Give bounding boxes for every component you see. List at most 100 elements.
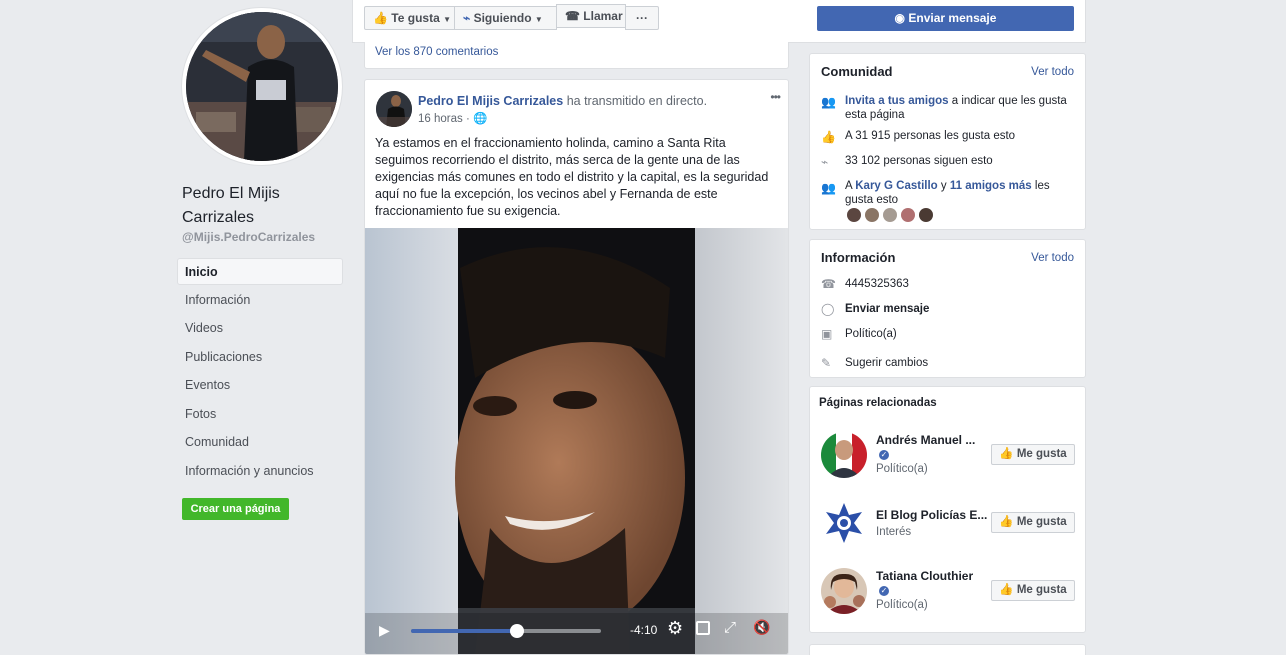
related-page-avatar[interactable] xyxy=(821,432,867,478)
thumbs-up-icon: 👍 xyxy=(999,584,1014,596)
phone-icon: ☎ xyxy=(821,277,836,291)
thumbs-up-icon: 👍 xyxy=(373,11,388,25)
picture-in-picture-icon[interactable] xyxy=(696,621,710,635)
rss-icon: ⌁ xyxy=(463,11,471,25)
fullscreen-icon[interactable]: ⤢ xyxy=(724,619,736,636)
info-category-link[interactable]: Político(a) xyxy=(845,327,897,341)
more-options-button[interactable]: ··· xyxy=(625,6,659,30)
like-button-label: Me gusta xyxy=(1016,448,1067,460)
like-related-page-button[interactable]: 👍 Me gusta xyxy=(991,444,1075,465)
video-progress-track[interactable] xyxy=(411,629,601,633)
related-pages-title: Páginas relacionadas xyxy=(819,397,937,409)
post-timestamp[interactable]: 16 horas xyxy=(418,113,463,125)
info-send-message-link[interactable]: Enviar mensaje xyxy=(845,302,929,316)
verified-badge-icon: ✓ xyxy=(879,586,889,596)
post-header: Pedro El Mijis Carrizales ha transmitido… xyxy=(418,94,707,108)
like-related-page-button[interactable]: 👍 Me gusta xyxy=(991,580,1075,601)
thumbs-up-icon: 👍 xyxy=(999,516,1014,528)
like-page-label: Te gusta xyxy=(391,11,440,25)
view-comments-link[interactable]: Ver los 870 comentarios xyxy=(375,46,498,58)
friend-name-link[interactable]: Kary G Castillo xyxy=(855,180,937,192)
people-icon: 👥 xyxy=(821,181,836,195)
post-card: Pedro El Mijis Carrizales ha transmitido… xyxy=(364,79,789,655)
info-see-all-link[interactable]: Ver todo xyxy=(1031,252,1074,264)
related-page-category: Interés xyxy=(876,526,912,538)
related-page-category: Político(a) xyxy=(876,599,928,611)
video-time-remaining: -4:10 xyxy=(630,623,658,637)
friends-and: y xyxy=(940,180,947,192)
nav-item-eventos[interactable]: Eventos xyxy=(177,372,343,399)
related-page-name[interactable]: Tatiana Clouthier xyxy=(876,569,973,583)
friend-avatar[interactable] xyxy=(919,208,933,222)
nav-item-informacion[interactable]: Información xyxy=(177,287,343,314)
friend-avatars xyxy=(847,208,933,222)
people-icon: 👥 xyxy=(821,95,836,109)
thumbs-up-icon: 👍 xyxy=(999,448,1014,460)
suggest-edits-link[interactable]: Sugerir cambios xyxy=(845,356,928,370)
community-likes-count: A 31 915 personas les gusta esto xyxy=(845,130,1016,142)
video-player[interactable]: ▶ -4:10 ⚙ ⤢ 🔇 xyxy=(365,228,788,654)
post-text: Ya estamos en el fraccionamiento holinda… xyxy=(375,136,769,218)
friend-avatar[interactable] xyxy=(901,208,915,222)
post-action-text: ha transmitido en directo. xyxy=(566,94,708,108)
globe-icon: 🌐 xyxy=(473,113,488,125)
create-page-button[interactable]: Crear una página xyxy=(182,498,289,520)
call-button[interactable]: ☎ Llamar xyxy=(556,4,626,28)
related-pages-card: Páginas relacionadas Andrés Manuel ... ✓… xyxy=(809,386,1086,633)
community-see-all-link[interactable]: Ver todo xyxy=(1031,66,1074,78)
page-handle[interactable]: @Mijis.PedroCarrizales xyxy=(182,230,315,244)
following-label: Siguiendo xyxy=(473,11,532,25)
related-page-avatar[interactable] xyxy=(821,568,867,614)
call-label: Llamar xyxy=(583,9,623,23)
community-title: Comunidad xyxy=(821,64,893,79)
nav-item-videos[interactable]: Videos xyxy=(177,315,343,342)
play-icon[interactable]: ▶ xyxy=(379,622,390,639)
friend-avatar[interactable] xyxy=(883,208,897,222)
friend-avatar[interactable] xyxy=(865,208,879,222)
video-progress-fill xyxy=(411,629,518,633)
nav-item-informacion-anuncios[interactable]: Información y anuncios xyxy=(177,458,343,485)
send-message-button[interactable]: ◉ Enviar mensaje xyxy=(817,6,1074,31)
friend-avatar[interactable] xyxy=(847,208,861,222)
nav-item-fotos[interactable]: Fotos xyxy=(177,401,343,428)
thumbs-up-icon: 👍 xyxy=(821,130,836,144)
messenger-icon: ◉ xyxy=(894,11,906,25)
messenger-icon: ◯ xyxy=(821,302,835,316)
next-card xyxy=(809,644,1086,655)
friends-prefix: A xyxy=(845,180,853,192)
info-card: Información Ver todo ☎ 4445325363 ◯ Envi… xyxy=(809,239,1086,378)
like-page-button[interactable]: 👍 Te gusta ▼ xyxy=(364,6,455,30)
info-title: Información xyxy=(821,250,896,265)
nav-item-comunidad[interactable]: Comunidad xyxy=(177,429,343,456)
post-meta: 16 horas · 🌐 xyxy=(418,111,487,125)
related-page-name[interactable]: El Blog Policías E... xyxy=(876,508,987,522)
meta-separator: · xyxy=(465,113,470,125)
related-page-avatar[interactable] xyxy=(821,500,867,546)
nav-item-publicaciones[interactable]: Publicaciones xyxy=(177,344,343,371)
caret-down-icon: ▼ xyxy=(534,15,543,24)
settings-gear-icon[interactable]: ⚙ xyxy=(667,618,683,639)
phone-icon: ☎ xyxy=(565,9,580,23)
post-author-avatar[interactable] xyxy=(376,91,412,127)
related-page-name[interactable]: Andrés Manuel ... xyxy=(876,433,975,447)
following-button[interactable]: ⌁ Siguiendo ▼ xyxy=(454,6,557,30)
verified-badge-icon: ✓ xyxy=(879,450,889,460)
rss-icon: ⌁ xyxy=(821,155,829,169)
profile-picture[interactable] xyxy=(182,8,342,165)
community-card: Comunidad Ver todo 👥 Invita a tus amigos… xyxy=(809,53,1086,230)
community-followers-count: 33 102 personas siguen esto xyxy=(845,155,993,167)
invite-friends-link[interactable]: Invita a tus amigos xyxy=(845,95,949,107)
nav-item-inicio[interactable]: Inicio xyxy=(177,258,343,285)
like-button-label: Me gusta xyxy=(1016,584,1067,596)
previous-post-card: Ver los 870 comentarios xyxy=(364,42,789,69)
like-related-page-button[interactable]: 👍 Me gusta xyxy=(991,512,1075,533)
friends-like-row: A Kary G Castillo y 11 amigos más les gu… xyxy=(845,179,1077,207)
post-author-link[interactable]: Pedro El Mijis Carrizales xyxy=(418,94,563,108)
mute-icon[interactable]: 🔇 xyxy=(753,619,770,636)
video-frame xyxy=(365,228,788,654)
more-friends-link[interactable]: 11 amigos más xyxy=(950,180,1032,192)
page-name[interactable]: Pedro El Mijis Carrizales xyxy=(182,182,342,230)
caret-down-icon: ▼ xyxy=(443,15,452,24)
post-options-button[interactable]: ••• xyxy=(770,90,781,104)
category-icon: ▣ xyxy=(821,327,833,341)
